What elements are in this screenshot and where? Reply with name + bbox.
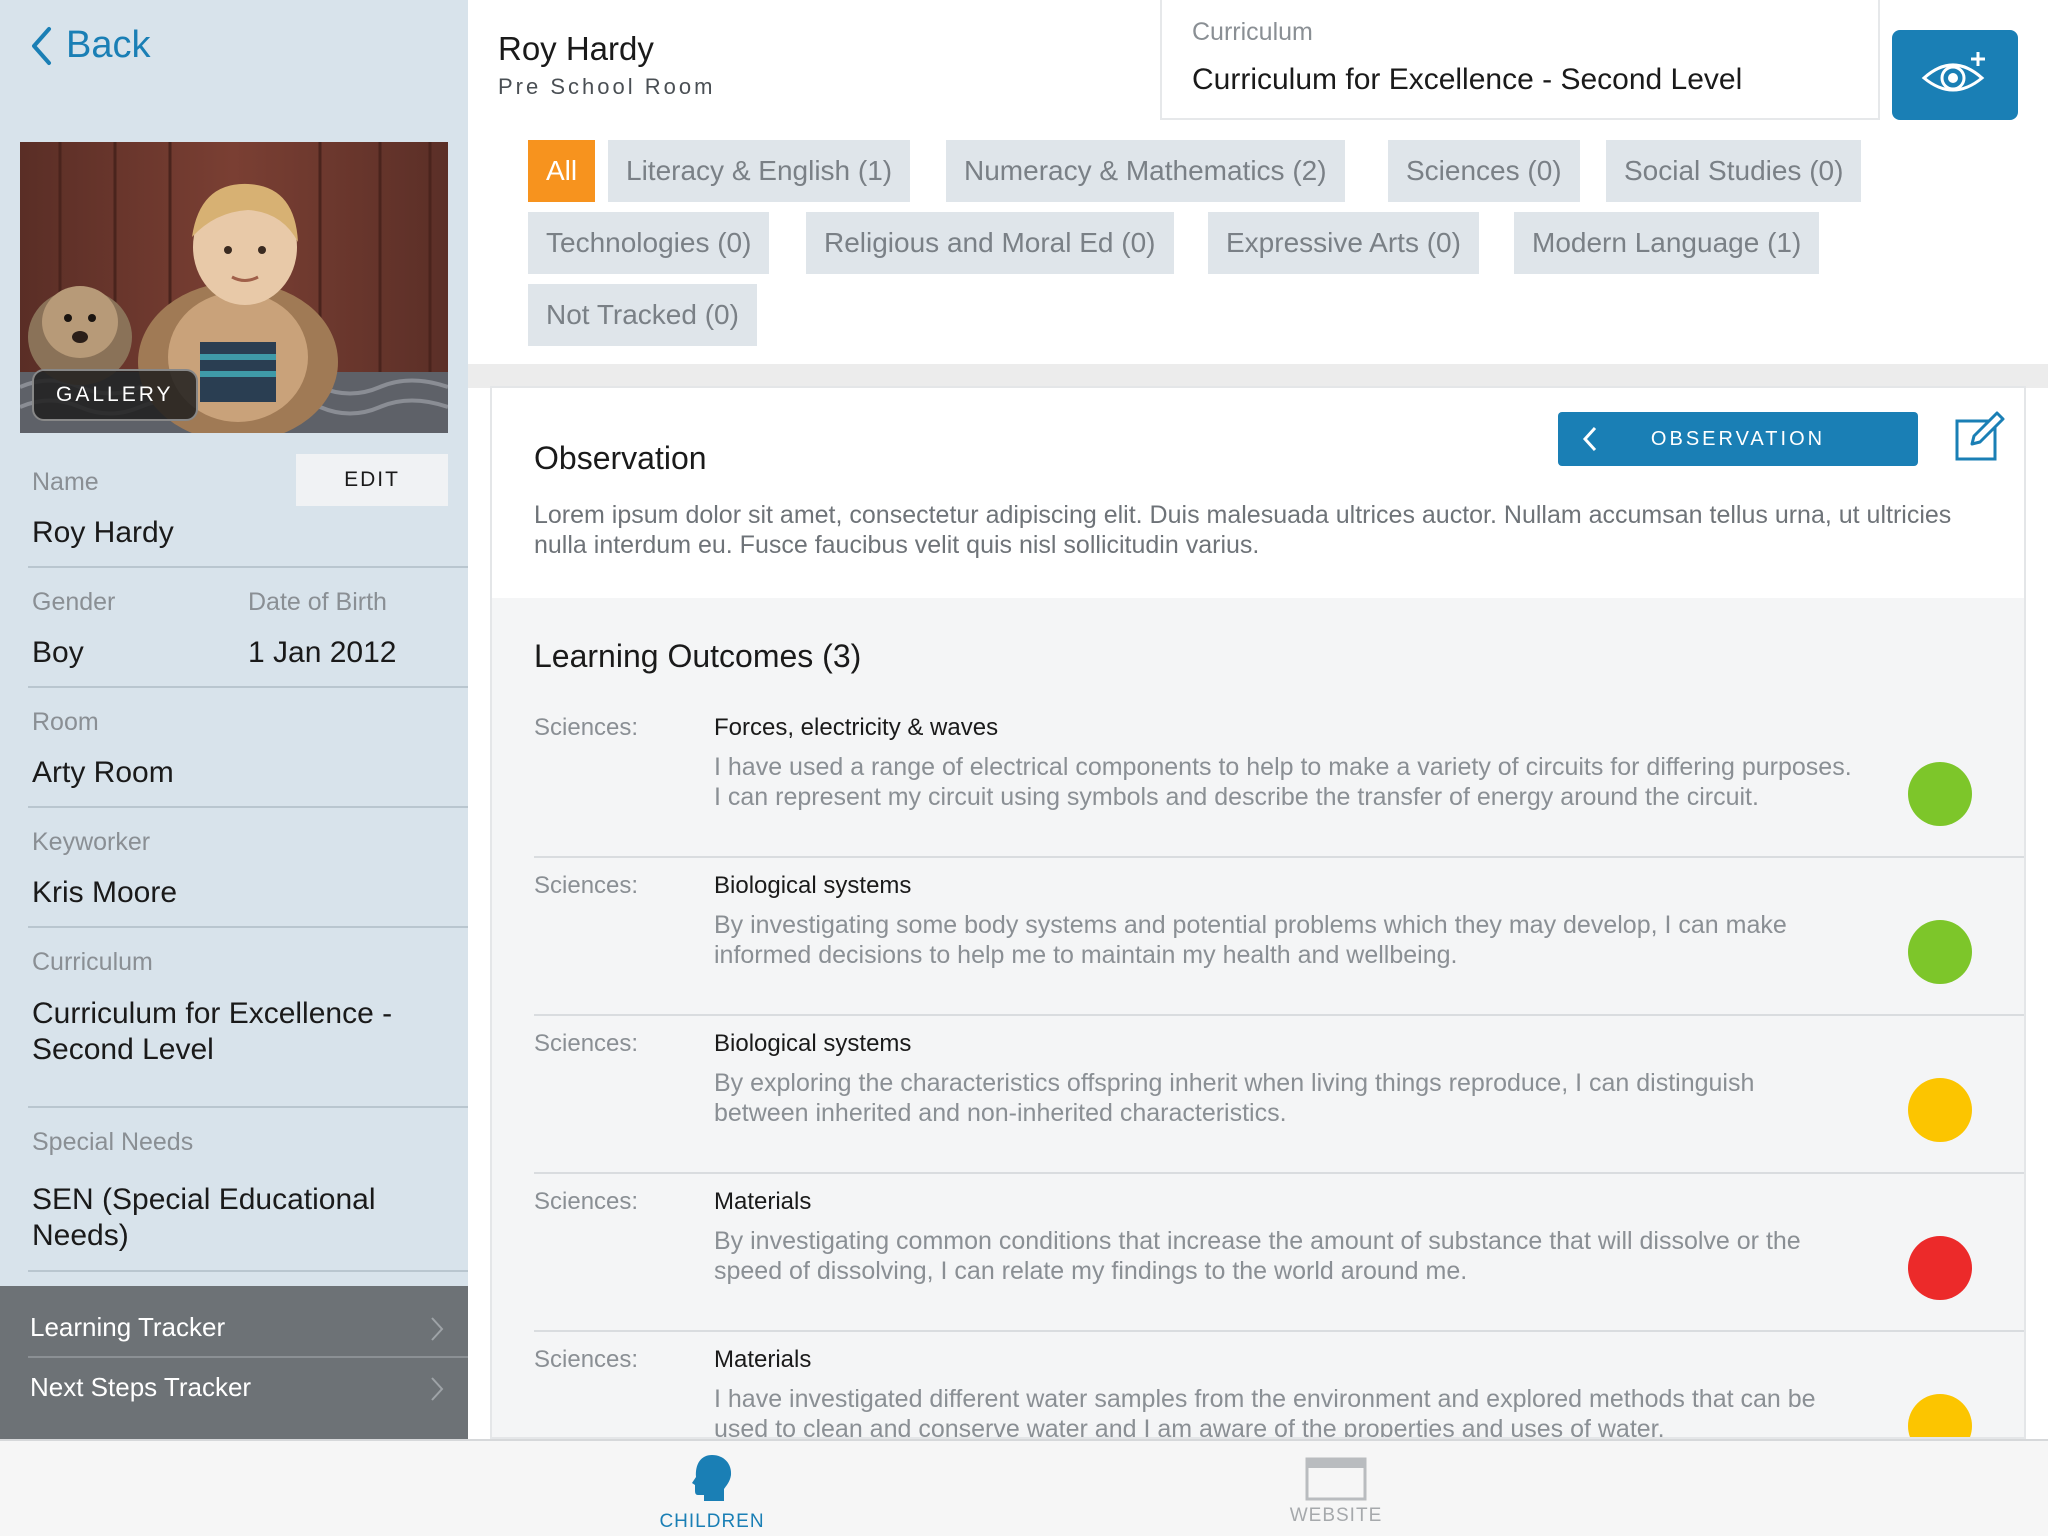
filter-expressive-arts[interactable]: Expressive Arts (0) [1208,212,1479,274]
gender-value: Boy [32,636,84,669]
keyworker-value: Kris Moore [32,876,178,909]
learning-outcomes-section: Learning Outcomes (3) Sciences: Forces, … [492,598,2024,1439]
eye-plus-icon [1921,52,1985,92]
room-label: Room [32,708,99,736]
special-needs-value: SEN (Special Educational Needs) [32,1183,376,1252]
status-indicator[interactable] [1908,920,1972,984]
outcome-category: Sciences: [534,714,639,741]
outcome-heading: Biological systems [714,872,912,899]
filter-sciences[interactable]: Sciences (0) [1388,140,1580,202]
special-needs-label: Special Needs [32,1128,194,1156]
divider [28,926,468,928]
chevron-left-icon [1582,426,1597,452]
dob-label: Date of Birth [248,588,387,616]
filter-modern-language[interactable]: Modern Language (1) [1514,212,1820,274]
learning-tracker-item[interactable]: Learning Tracker [0,1298,468,1356]
filter-literacy[interactable]: Literacy & English (1) [608,140,911,202]
outcome-description: I have used a range of electrical compon… [714,753,1852,811]
learning-outcomes-title: Learning Outcomes (3) [534,638,862,674]
filter-numeracy[interactable]: Numeracy & Mathematics (2) [946,140,1345,202]
observation-card: Observation OBSERVATION Lorem ipsum dolo… [490,386,2026,1439]
observation-button-label: OBSERVATION [1650,427,1826,450]
sidebar: Back GALLERY Name EDIT Roy Hardy Gender … [0,0,468,1439]
filter-social-studies[interactable]: Social Studies (0) [1606,140,1862,202]
curriculum-label: Curriculum [32,948,153,976]
outcome-category: Sciences: [534,872,639,899]
divider [28,686,468,688]
child-name-heading: Roy Hardy [498,30,654,67]
edit-icon[interactable] [1954,410,2006,462]
tab-children[interactable]: CHILDREN [612,1441,812,1536]
filter-technologies[interactable]: Technologies (0) [528,212,770,274]
outcome-category: Sciences: [534,1030,639,1057]
outcome-heading: Materials [714,1188,812,1215]
outcome-category: Sciences: [534,1346,639,1373]
observation-back-button[interactable]: OBSERVATION [1558,412,1918,466]
section-divider [468,364,2048,388]
outcome-heading: Biological systems [714,1030,912,1057]
observation-title: Observation [534,440,707,476]
chevron-left-icon [32,26,51,65]
outcome-row[interactable]: Sciences: Materials By investigating com… [534,1172,2024,1330]
filter-all[interactable]: All [528,140,596,202]
outcome-row[interactable]: Sciences: Forces, electricity & waves I … [534,698,2024,856]
divider [28,806,468,808]
chevron-right-icon [431,1317,444,1341]
child-head-icon [692,1455,732,1501]
outcome-heading: Forces, electricity & waves [714,714,999,741]
filter-not-tracked[interactable]: Not Tracked (0) [528,284,757,346]
curriculum-selector-value: Curriculum for Excellence - Second Level [1192,63,1743,96]
status-indicator[interactable] [1908,762,1972,826]
observation-text: Lorem ipsum dolor sit amet, consectetur … [534,501,1952,559]
outcome-row[interactable]: Sciences: Biological systems By explorin… [534,1014,2024,1172]
tab-website[interactable]: WEBSITE [1236,1441,1436,1536]
name-label: Name [32,468,99,496]
status-indicator[interactable] [1908,1236,1972,1300]
tab-children-label: CHILDREN [659,1511,765,1532]
outcome-category: Sciences: [534,1188,639,1215]
curriculum-selector[interactable]: Curriculum Curriculum for Excellence - S… [1160,0,1880,120]
outcome-description: I have investigated different water samp… [714,1385,1816,1439]
child-room-subheading: Pre School Room [498,74,716,99]
dob-value: 1 Jan 2012 [248,636,397,669]
name-value: Roy Hardy [32,516,174,549]
keyworker-label: Keyworker [32,828,151,856]
divider [28,566,468,568]
divider [28,1106,468,1108]
curriculum-selector-label: Curriculum [1192,18,1313,46]
room-value: Arty Room [32,756,174,789]
next-steps-tracker-item[interactable]: Next Steps Tracker [0,1358,468,1416]
child-photo[interactable]: GALLERY [20,142,448,433]
tab-website-label: WEBSITE [1289,1505,1383,1526]
status-indicator[interactable] [1908,1078,1972,1142]
outcome-description: By exploring the characteristics offspri… [714,1069,1755,1127]
back-button[interactable]: Back [30,24,150,67]
outcome-description: By investigating common conditions that … [714,1227,1801,1285]
tracker-label: Next Steps Tracker [30,1371,252,1402]
curriculum-value: Curriculum for Excellence - Second Level [32,997,393,1066]
add-observation-button[interactable] [1892,30,2018,120]
filter-religious-moral[interactable]: Religious and Moral Ed (0) [806,212,1174,274]
browser-window-icon [1305,1457,1367,1501]
outcome-heading: Materials [714,1346,812,1373]
outcome-description: By investigating some body systems and p… [714,911,1787,969]
outcome-row[interactable]: Sciences: Materials I have investigated … [534,1330,2024,1439]
outcome-row[interactable]: Sciences: Biological systems By investig… [534,856,2024,1014]
gallery-button[interactable]: GALLERY [32,369,198,421]
chevron-right-icon [431,1377,444,1401]
divider [28,1270,468,1272]
tracker-label: Learning Tracker [30,1311,226,1342]
status-indicator[interactable] [1908,1394,1972,1437]
edit-button[interactable]: EDIT [296,454,448,506]
tracker-menu: Learning Tracker Next Steps Tracker [0,1286,468,1439]
bottom-tab-bar: CHILDREN WEBSITE [0,1439,2048,1536]
gender-label: Gender [32,588,116,616]
back-label: Back [66,24,151,66]
